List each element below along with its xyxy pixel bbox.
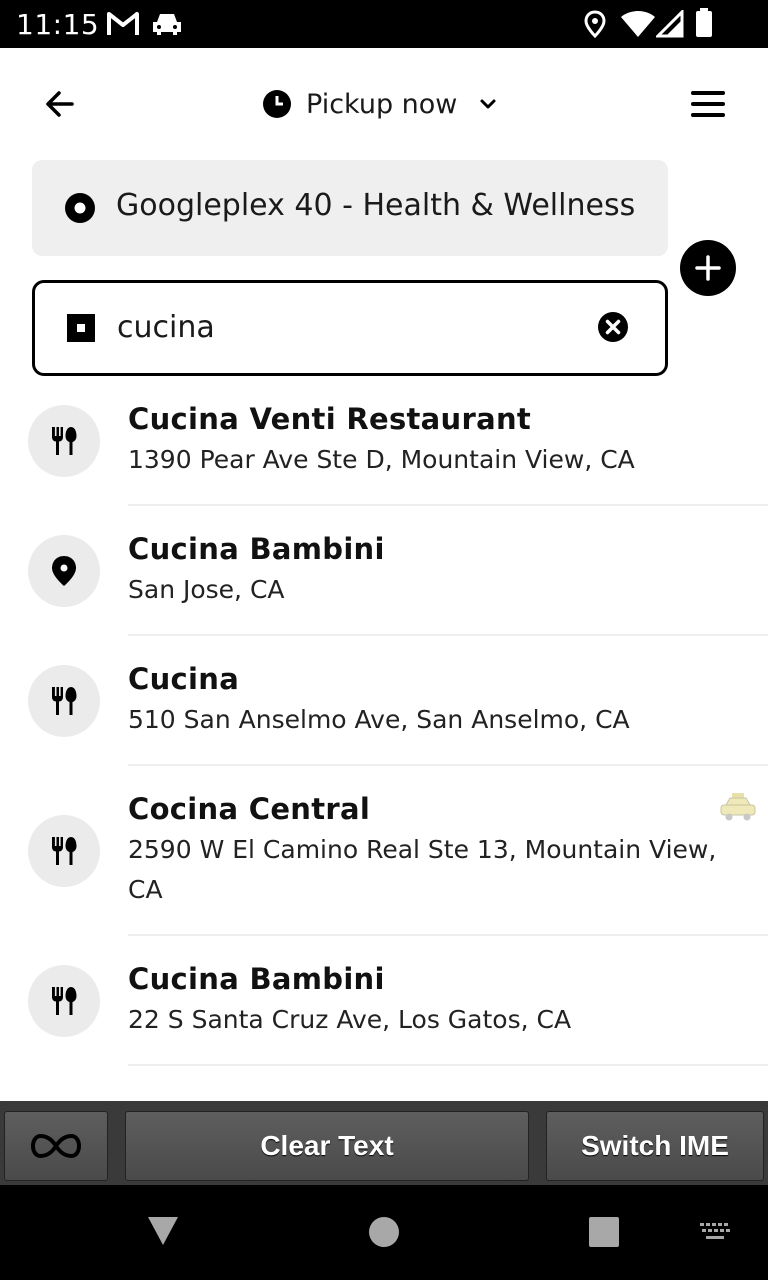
infinity-icon [30,1133,82,1159]
result-title: Cocina Central [128,792,371,826]
signal-icon [656,10,684,38]
fork-knife-icon [52,837,77,865]
wifi-icon [621,11,655,37]
location-icon [584,10,606,38]
destination-input[interactable] [117,303,577,351]
result-icon-bg [28,405,100,477]
result-title: Cucina Bambini [128,532,385,566]
result-address: 1390 Pear Ave Ste D, Mountain View, CA [128,445,635,474]
switch-ime-button[interactable]: Switch IME [546,1111,764,1181]
ime-toolbar: Clear Text Switch IME [0,1101,768,1185]
keyboard-icon[interactable] [698,1221,732,1243]
result-title: Cucina Venti Restaurant [128,402,532,436]
result-icon-bg [28,965,100,1037]
pickup-label: Pickup now [306,88,458,120]
result-address: 2590 W El Camino Real Ste 13, Mountain V… [128,835,717,904]
back-triangle-icon[interactable] [146,1215,180,1247]
list-item[interactable]: Cucina 510 San Anselmo Ave, San Anselmo,… [0,636,768,766]
result-title: Cucina Bambini [128,962,385,996]
divider [128,1064,768,1066]
list-item[interactable]: Cucina Bambini San Jose, CA [0,506,768,636]
list-item[interactable]: Cocina Central 2590 W El Camino Real Ste… [0,766,768,936]
header: Pickup now [0,48,768,160]
plus-icon [695,255,721,281]
result-address: 510 San Anselmo Ave, San Anselmo, CA [128,705,630,734]
list-item[interactable]: Cucina Bambini 22 S Santa Cruz Ave, Los … [0,936,768,1066]
result-icon-bg [28,815,100,887]
fork-knife-icon [52,987,77,1015]
arrow-left-icon [46,91,74,117]
clear-input-icon[interactable] [597,311,629,343]
menu-button[interactable] [684,80,732,128]
add-stop-button[interactable] [680,240,736,296]
home-circle-icon[interactable] [368,1216,400,1248]
list-item[interactable]: Cucina Venti Restaurant 1390 Pear Ave St… [0,376,768,506]
car-icon [153,14,181,35]
status-bar: 11:15 [0,0,768,48]
map-pin-icon [52,556,76,586]
result-address: 22 S Santa Cruz Ave, Los Gatos, CA [128,1005,572,1034]
hamburger-menu-icon [691,91,725,117]
gmail-icon [107,12,139,35]
clear-text-button[interactable]: Clear Text [125,1111,529,1181]
clock-icon [263,90,291,118]
pickup-location-field[interactable]: Googleplex 40 - Health & Wellness Center [32,160,668,256]
result-icon-bg [28,665,100,737]
navigation-bar [0,1185,768,1280]
result-title: Cucina [128,662,240,696]
chevron-down-icon [480,99,496,109]
destination-field[interactable] [32,280,668,376]
ime-toggle-button[interactable] [4,1111,108,1181]
fork-knife-icon [52,427,77,455]
taxi-icon [720,793,756,821]
status-time: 11:15 [16,8,100,41]
recents-square-icon[interactable] [589,1217,619,1247]
fork-knife-icon [52,687,77,715]
result-icon-bg [28,535,100,607]
result-address: San Jose, CA [128,575,285,604]
search-results-list: Cucina Venti Restaurant 1390 Pear Ave St… [0,376,768,1066]
back-button[interactable] [36,80,84,128]
battery-icon [696,8,712,37]
origin-dot-icon [65,193,95,223]
pickup-time-selector[interactable]: Pickup now [262,76,497,132]
pickup-location-text: Googleplex 40 - Health & Wellness Center [116,188,636,223]
destination-square-icon [67,314,95,342]
